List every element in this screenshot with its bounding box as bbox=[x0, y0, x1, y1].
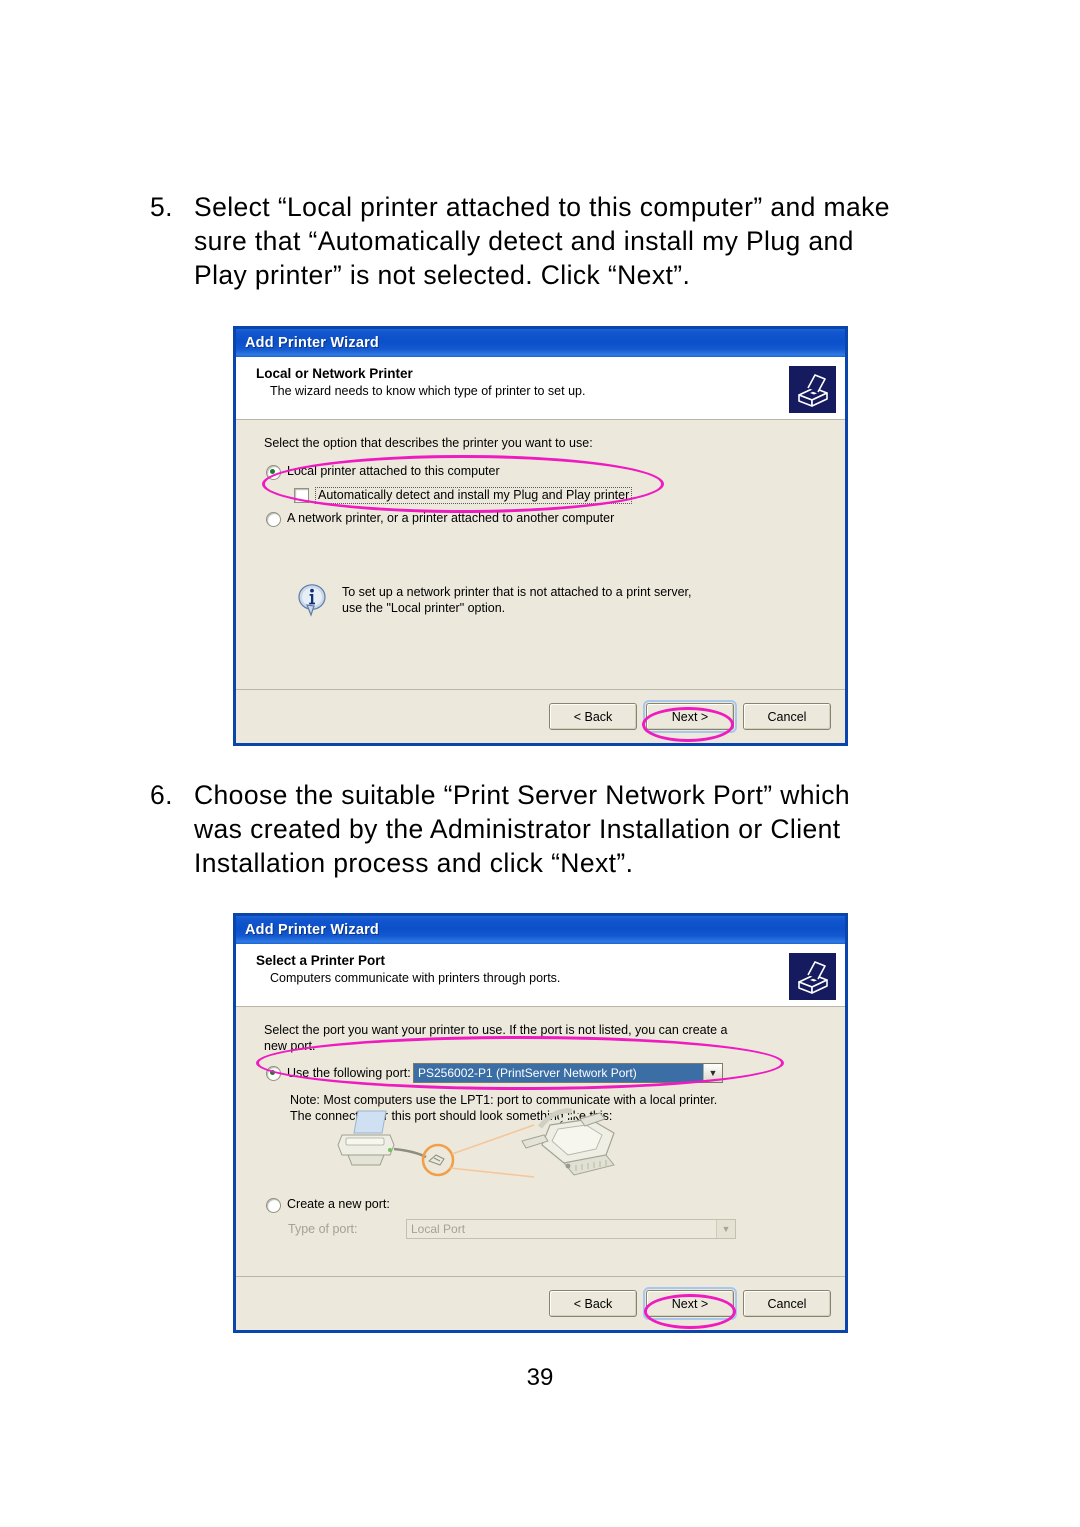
wizard1-header-title: Local or Network Printer bbox=[256, 366, 413, 381]
wizard1-info-text: To set up a network printer that is not … bbox=[342, 584, 692, 616]
step-5-text: Select “Local printer attached to this c… bbox=[194, 192, 890, 290]
wizard1-cancel-label: Cancel bbox=[767, 709, 807, 724]
radio-network-printer-row[interactable]: A network printer, or a printer attached… bbox=[266, 511, 825, 527]
type-of-port-value: Local Port bbox=[411, 1222, 466, 1236]
wizard1-footer: < Back Next > Cancel bbox=[236, 689, 845, 743]
radio-use-following-port-label: Use the following port: bbox=[287, 1065, 411, 1080]
wizard2-next-button[interactable]: Next > bbox=[643, 1287, 737, 1320]
add-printer-wizard-local-or-network: Add Printer Wizard Local or Network Prin… bbox=[233, 326, 848, 746]
radio-use-following-port[interactable] bbox=[266, 1065, 281, 1081]
wizard2-footer: < Back Next > Cancel bbox=[236, 1276, 845, 1330]
info-icon bbox=[298, 584, 328, 617]
type-of-port-label: Type of port: bbox=[288, 1221, 358, 1236]
radio-network-printer[interactable] bbox=[266, 511, 281, 527]
wizard2-prompt-line-2: new port. bbox=[264, 1038, 316, 1053]
chevron-down-icon[interactable]: ▼ bbox=[703, 1064, 722, 1082]
wizard2-header-subtitle: Computers communicate with printers thro… bbox=[270, 971, 561, 985]
checkbox-autodetect-label: Automatically detect and install my Plug… bbox=[315, 486, 633, 504]
step-5-number: 5. bbox=[150, 192, 173, 222]
wizard1-header: Local or Network Printer The wizard need… bbox=[236, 357, 845, 420]
checkbox-autodetect-plug-and-play[interactable] bbox=[294, 487, 309, 503]
wizard1-body: Select the option that describes the pri… bbox=[236, 420, 845, 711]
wizard1-next-button[interactable]: Next > bbox=[643, 700, 737, 733]
printer-icon bbox=[789, 953, 836, 1000]
printer-connector-illustration bbox=[328, 1105, 648, 1186]
wizard2-cancel-button[interactable]: Cancel bbox=[743, 1290, 831, 1317]
wizard1-prompt: Select the option that describes the pri… bbox=[264, 436, 593, 450]
page-number: 39 bbox=[526, 1364, 554, 1391]
add-printer-wizard-select-port: Add Printer Wizard Select a Printer Port… bbox=[233, 913, 848, 1333]
step-6-number: 6. bbox=[150, 780, 173, 810]
wizard2-body: Select the port you want your printer to… bbox=[236, 1007, 845, 1298]
wizard2-back-label: < Back bbox=[573, 1296, 613, 1311]
radio-local-printer-row[interactable]: Local printer attached to this computer bbox=[266, 464, 825, 480]
printer-icon bbox=[789, 366, 836, 413]
wizard2-cancel-label: Cancel bbox=[767, 1296, 807, 1311]
radio-create-new-port-row[interactable]: Create a new port: bbox=[266, 1197, 390, 1213]
radio-create-new-port-label: Create a new port: bbox=[287, 1197, 390, 1211]
radio-network-printer-label: A network printer, or a printer attached… bbox=[287, 510, 615, 525]
wizard2-prompt-line-1: Select the port you want your printer to… bbox=[264, 1023, 728, 1037]
wizard2-header: Select a Printer Port Computers communic… bbox=[236, 944, 845, 1007]
type-of-port-select[interactable]: Local Port ▼ bbox=[406, 1219, 736, 1239]
wizard1-next-label: Next > bbox=[671, 709, 709, 724]
radio-local-printer-label: Local printer attached to this computer bbox=[287, 463, 500, 478]
radio-use-following-port-row[interactable]: Use the following port: PS256002-P1 (Pri… bbox=[266, 1063, 825, 1083]
checkbox-autodetect-row[interactable]: Automatically detect and install my Plug… bbox=[294, 486, 825, 504]
wizard1-back-label: < Back bbox=[573, 709, 613, 724]
wizard1-info-note: To set up a network printer that is not … bbox=[298, 584, 692, 617]
port-select-value: PS256002-P1 (PrintServer Network Port) bbox=[414, 1064, 703, 1082]
chevron-down-icon[interactable]: ▼ bbox=[716, 1220, 735, 1238]
wizard1-back-button[interactable]: < Back bbox=[549, 703, 637, 730]
wizard2-titlebar: Add Printer Wizard bbox=[236, 916, 845, 944]
step-6-text: Choose the suitable “Print Server Networ… bbox=[194, 780, 850, 878]
port-select[interactable]: PS256002-P1 (PrintServer Network Port) ▼ bbox=[413, 1063, 723, 1083]
wizard2-back-button[interactable]: < Back bbox=[549, 1290, 637, 1317]
wizard2-header-title: Select a Printer Port bbox=[256, 953, 386, 968]
wizard1-cancel-button[interactable]: Cancel bbox=[743, 703, 831, 730]
instruction-step-5: 5. Select “Local printer attached to thi… bbox=[150, 190, 895, 292]
type-of-port-row: Type of port: Local Port ▼ bbox=[288, 1219, 736, 1239]
wizard1-titlebar: Add Printer Wizard bbox=[236, 329, 845, 357]
radio-create-new-port[interactable] bbox=[266, 1198, 281, 1213]
wizard1-header-subtitle: The wizard needs to know which type of p… bbox=[270, 384, 586, 398]
wizard2-next-label: Next > bbox=[671, 1296, 709, 1311]
instruction-step-6: 6. Choose the suitable “Print Server Net… bbox=[150, 778, 895, 880]
wizard1-info-line-2: use the "Local printer" option. bbox=[342, 601, 506, 615]
wizard2-title: Add Printer Wizard bbox=[245, 922, 379, 938]
wizard2-prompt: Select the port you want your printer to… bbox=[264, 1023, 825, 1054]
radio-local-printer[interactable] bbox=[266, 464, 281, 480]
wizard1-title: Add Printer Wizard bbox=[245, 335, 379, 351]
wizard1-info-line-1: To set up a network printer that is not … bbox=[342, 585, 692, 599]
